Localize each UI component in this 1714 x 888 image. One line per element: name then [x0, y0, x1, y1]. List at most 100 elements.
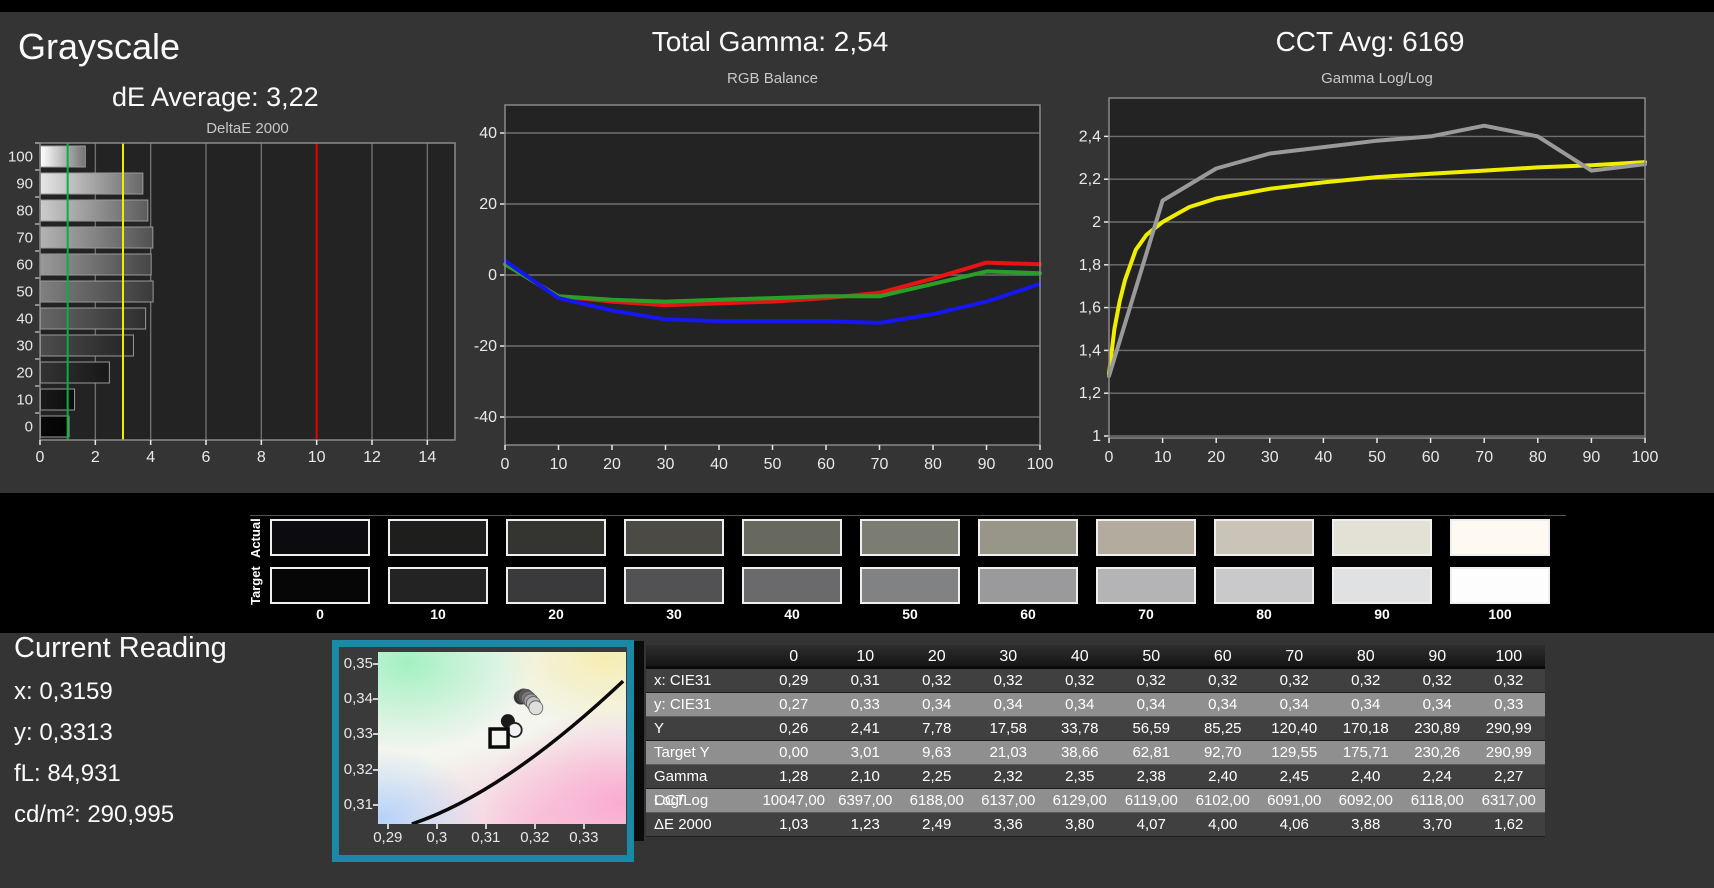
table-cell: 6102,00 — [1195, 792, 1250, 809]
y-axis-tick-label: -40 — [474, 409, 497, 426]
swatch-level-label: 20 — [548, 606, 564, 622]
cie-y-tick-label: 0,32 — [343, 760, 373, 778]
table-cell: 2,27 — [1494, 768, 1524, 785]
y-axis-tick-label: 40 — [479, 125, 497, 142]
bar-category-label: 10 — [16, 392, 33, 409]
cie-y-tick-label: 0,33 — [343, 725, 373, 743]
table-cell: 92,70 — [1203, 744, 1242, 761]
bar-category-label: 70 — [16, 230, 33, 247]
y-axis-tick-label: 1,2 — [1079, 385, 1101, 402]
table-cell: 2,35 — [1065, 768, 1095, 785]
cie-x-tick-label: 0,32 — [520, 829, 550, 846]
y-axis-tick-label: -20 — [474, 338, 497, 355]
x-axis-tick-label: 4 — [146, 449, 155, 466]
y-axis-tick-label: 2,2 — [1079, 171, 1101, 188]
cie-points-overlay — [411, 679, 625, 824]
rgb-balance-chart: RGB Balance 40 20 0 -20 -40 0 10 20 30 40 50 60 70 80 9… — [474, 70, 1054, 473]
table-cell: 56,59 — [1132, 720, 1171, 737]
table-cell: 2,32 — [993, 768, 1023, 785]
table-cell: 6317,00 — [1481, 792, 1536, 809]
y-axis-tick-label: 2 — [1092, 214, 1101, 231]
table-row--e-2000: ΔE 2000 1,03 1,23 2,49 3,36 3,80 4,07 4,00 4,06 3… — [646, 813, 1545, 837]
x-axis-tick-label: 60 — [817, 456, 835, 473]
x-axis-tick-label: 6 — [202, 449, 211, 466]
table-cell: 3,01 — [850, 744, 880, 761]
swatch-level-label: 70 — [1138, 606, 1154, 622]
table-cell: 0,34 — [922, 696, 952, 713]
bar-category-label: 40 — [16, 311, 33, 328]
table-row-gamma-log-log: Gamma Log/Log 1,28 2,10 2,25 2,32 2,35 2,38 2,4… — [646, 765, 1545, 809]
x-axis-tick-label: 90 — [1583, 449, 1601, 466]
target-swatch-20 — [506, 567, 606, 604]
actual-swatch-90 — [1332, 519, 1432, 556]
table-cell: 3,70 — [1422, 816, 1452, 833]
table-column-header: 80 — [1356, 648, 1375, 665]
table-cell: 0,32 — [922, 672, 952, 689]
table-cell: 0,34 — [1422, 696, 1452, 713]
target-swatch-90 — [1332, 567, 1432, 604]
table-cell: 2,24 — [1422, 768, 1452, 785]
table-cell: 2,45 — [1279, 768, 1309, 785]
y-axis-tick-label: 0 — [488, 267, 497, 284]
bar-category-label: 50 — [16, 284, 33, 301]
swatch-level-label: 0 — [316, 606, 324, 622]
bar-category-label: 20 — [16, 365, 33, 382]
table-cell: 0,32 — [1208, 672, 1238, 689]
table-cell: 6092,00 — [1338, 792, 1393, 809]
table-cell: 0,32 — [1494, 672, 1524, 689]
deltae-bar-50 — [40, 280, 154, 303]
x-axis-tick-label: 10 — [550, 456, 568, 473]
table-cell: 4,07 — [1136, 816, 1166, 833]
table-cell: 170,18 — [1342, 720, 1389, 737]
table-cell: 1,62 — [1494, 816, 1524, 833]
table-row-label: Y — [654, 720, 665, 737]
table-cell: 0,33 — [1494, 696, 1524, 713]
de-average-readout: dE Average: 3,22 — [112, 82, 319, 112]
target-swatch-100 — [1450, 567, 1550, 604]
table-row-target-y: Target Y 0,00 3,01 9,63 21,03 38,66 62,81 92,70… — [646, 741, 1545, 765]
y-axis-tick-label: 2,4 — [1079, 128, 1101, 145]
deltae-bar-40 — [40, 307, 147, 330]
table-cell: 0,27 — [779, 696, 809, 713]
table-cell: 62,81 — [1132, 744, 1171, 761]
table-cell: 0,34 — [1279, 696, 1309, 713]
table-row-y-cie31: y: CIE31 0,27 0,33 0,34 0,34 0,34 0,34 0,34 0,34… — [646, 693, 1545, 717]
table-cell: 0,32 — [1136, 672, 1166, 689]
bar-category-label: 100 — [8, 149, 33, 166]
deltae-bar-chart: DeltaE 2000 0 10 20 30 40 50 60 70 80 90 100 0 2 4 6 8 10… — [8, 120, 456, 466]
deltae-bar-70 — [40, 226, 154, 249]
table-column-header: 10 — [856, 648, 875, 665]
table-cell: 0,32 — [1422, 672, 1452, 689]
table-cell: 0,34 — [1065, 696, 1095, 713]
reading-fl: fL: 84,931 — [14, 760, 121, 787]
table-cell: 38,66 — [1060, 744, 1099, 761]
swatch-level-label: 10 — [430, 606, 446, 622]
swatch-level-label: 100 — [1488, 606, 1512, 622]
measurement-table: 0 10 20 30 40 50 60 70 80 90 100 x: CIE31 0,29 0,31 0,… — [646, 645, 1545, 837]
table-row-x-cie31: x: CIE31 0,29 0,31 0,32 0,32 0,32 0,32 0,32 0,32… — [646, 669, 1545, 693]
table-cell: 6091,00 — [1267, 792, 1322, 809]
deltae-bar-100 — [40, 145, 86, 168]
x-axis-tick-label: 10 — [308, 449, 326, 466]
cie-x-tick-label: 0,31 — [471, 829, 501, 846]
cie-x-tick-mark — [386, 824, 389, 829]
table-column-header: 30 — [999, 648, 1018, 665]
deltae-bar-0 — [40, 415, 70, 438]
cie-y-tick-mark — [373, 733, 378, 736]
x-axis-tick-label: 2 — [91, 449, 100, 466]
table-cell: 6137,00 — [981, 792, 1036, 809]
cie-y-tick-mark — [373, 663, 378, 666]
chart-subtitle: DeltaE 2000 — [206, 120, 289, 137]
reading-y: y: 0,3313 — [14, 719, 113, 746]
table-row-label: CCT — [654, 792, 685, 809]
table-cell: 0,32 — [1065, 672, 1095, 689]
table-cell: 85,25 — [1203, 720, 1242, 737]
cie-chromaticity-widget[interactable]: 0,35 0,34 0,33 0,32 0,31 0,29 0,3 0,31 0,32 0,33 — [332, 640, 634, 862]
cie-y-tick-mark — [373, 768, 378, 771]
bar-category-label: 90 — [16, 176, 33, 193]
cie-y-tick-mark — [373, 803, 378, 806]
table-row-y: Y 0,26 2,41 7,78 17,58 33,78 56,59 85,25 120,40 1… — [646, 717, 1545, 741]
table-cell: 10047,00 — [762, 792, 826, 809]
x-axis-tick-label: 30 — [657, 456, 675, 473]
actual-swatch-60 — [978, 519, 1078, 556]
